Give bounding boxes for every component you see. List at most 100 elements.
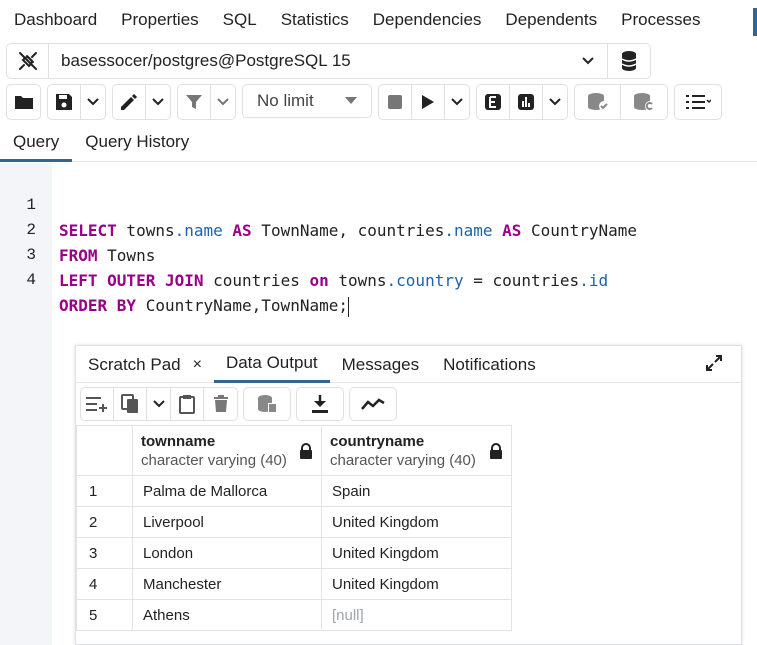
tab-overflow-indicator[interactable]	[753, 8, 757, 36]
row-limit-select[interactable]: No limit	[242, 84, 372, 118]
tab-sql[interactable]: SQL	[211, 10, 269, 30]
object-tabs: Dashboard Properties SQL Statistics Depe…	[0, 0, 757, 40]
sql-text: TownName, countries	[251, 221, 445, 240]
row-number-header[interactable]	[76, 425, 133, 476]
save-button[interactable]	[48, 85, 81, 119]
explain-button[interactable]	[477, 85, 510, 119]
edit-options-button[interactable]	[146, 85, 170, 119]
chevron-down-icon	[152, 98, 164, 106]
cell-townname[interactable]: Palma de Mallorca	[132, 475, 322, 507]
cell-townname[interactable]: Manchester	[132, 568, 322, 600]
explain-group	[476, 84, 568, 120]
code-line: 1 SELECT towns.name AS TownName, countri…	[0, 168, 637, 240]
tab-dependents[interactable]: Dependents	[493, 10, 609, 30]
close-icon[interactable]: ×	[193, 347, 202, 382]
sql-identifier: .name	[174, 221, 223, 240]
rollback-button[interactable]	[621, 85, 667, 119]
row-number[interactable]: 4	[76, 568, 133, 600]
sql-text: = countries	[463, 271, 580, 290]
save-data-group	[243, 387, 291, 421]
tab-statistics[interactable]: Statistics	[269, 10, 361, 30]
filter-button[interactable]	[178, 85, 211, 119]
tab-dependencies[interactable]: Dependencies	[361, 10, 494, 30]
download-button[interactable]	[297, 388, 343, 420]
transaction-group	[574, 84, 668, 120]
open-file-button[interactable]	[7, 85, 40, 119]
row-edit-group	[80, 387, 238, 421]
tab-data-output[interactable]: Data Output	[213, 346, 330, 383]
copy-options-button[interactable]	[147, 388, 171, 420]
query-toolbar: No limit	[6, 84, 722, 120]
cell-countryname-null[interactable]: [null]	[321, 599, 512, 631]
column-header-countryname[interactable]: countryname character varying (40)	[321, 425, 512, 476]
cell-townname[interactable]: Liverpool	[132, 506, 322, 538]
connection-select[interactable]: basessocer/postgres@PostgreSQL 15	[49, 44, 608, 78]
execute-group	[378, 84, 470, 120]
connection-status-icon[interactable]	[7, 44, 49, 78]
row-number[interactable]: 3	[76, 537, 133, 569]
tab-messages[interactable]: Messages	[330, 346, 431, 383]
cell-townname[interactable]: London	[132, 537, 322, 569]
table-row[interactable]: 1 Palma de Mallorca Spain	[76, 475, 512, 507]
tab-notifications[interactable]: Notifications	[431, 346, 548, 383]
save-options-button[interactable]	[81, 85, 105, 119]
paste-button[interactable]	[171, 388, 204, 420]
execute-button[interactable]	[412, 85, 445, 119]
code-text: FROM Towns	[59, 243, 155, 268]
column-header-townname[interactable]: townname character varying (40)	[132, 425, 322, 476]
filter-options-button[interactable]	[211, 85, 235, 119]
tab-properties[interactable]: Properties	[109, 10, 210, 30]
add-row-icon	[86, 397, 107, 412]
execute-options-button[interactable]	[445, 85, 469, 119]
tab-query-history[interactable]: Query History	[72, 124, 202, 162]
add-row-button[interactable]	[81, 388, 114, 420]
results-toolbar	[76, 383, 741, 425]
filter-group	[177, 84, 236, 120]
stop-button[interactable]	[379, 85, 412, 119]
cell-countryname[interactable]: United Kingdom	[321, 537, 512, 569]
cell-countryname[interactable]: United Kingdom	[321, 506, 512, 538]
explain-analyze-button[interactable]	[510, 85, 543, 119]
file-group	[6, 84, 41, 120]
tab-scratch-pad[interactable]: Scratch Pad ×	[76, 346, 214, 383]
tab-query[interactable]: Query	[0, 124, 73, 162]
table-row[interactable]: 4 Manchester United Kingdom	[76, 568, 512, 600]
cell-countryname[interactable]: United Kingdom	[321, 568, 512, 600]
commit-button[interactable]	[575, 85, 621, 119]
cell-townname[interactable]: Athens	[132, 599, 322, 631]
chevron-down-icon	[582, 57, 594, 65]
graph-visualiser-button[interactable]	[350, 388, 396, 420]
sql-keyword: on	[309, 271, 329, 290]
tab-dashboard[interactable]: Dashboard	[0, 10, 109, 30]
delete-row-button[interactable]	[204, 388, 237, 420]
row-number[interactable]: 2	[76, 506, 133, 538]
results-panel: Scratch Pad × Data Output Messages Notif…	[75, 345, 742, 645]
row-number[interactable]: 1	[76, 475, 133, 507]
sql-text: CountryName,TownName;	[136, 296, 348, 315]
table-row[interactable]: 5 Athens [null]	[76, 599, 512, 631]
row-number[interactable]: 5	[76, 599, 133, 631]
table-row[interactable]: 3 London United Kingdom	[76, 537, 512, 569]
cell-countryname[interactable]: Spain	[321, 475, 512, 507]
column-name: townname	[141, 432, 216, 450]
filter-icon	[186, 95, 202, 109]
chevron-down-icon	[87, 98, 99, 106]
column-type: character varying (40)	[330, 451, 476, 469]
code-text: SELECT towns.name AS TownName, countries…	[59, 218, 637, 243]
save-data-button[interactable]	[244, 388, 290, 420]
graph-group	[349, 387, 397, 421]
sql-keyword: ORDER BY	[59, 296, 137, 315]
chevron-down-icon	[549, 98, 561, 106]
macros-button[interactable]	[675, 85, 721, 119]
results-tabs: Scratch Pad × Data Output Messages Notif…	[76, 346, 741, 383]
table-row[interactable]: 2 Liverpool United Kingdom	[76, 506, 512, 538]
expand-icon[interactable]	[705, 354, 723, 377]
pencil-icon	[121, 93, 138, 110]
edit-button[interactable]	[113, 85, 146, 119]
copy-button[interactable]	[114, 388, 147, 420]
explain-options-button[interactable]	[543, 85, 567, 119]
database-icon[interactable]	[608, 44, 650, 78]
tab-processes[interactable]: Processes	[609, 10, 712, 30]
